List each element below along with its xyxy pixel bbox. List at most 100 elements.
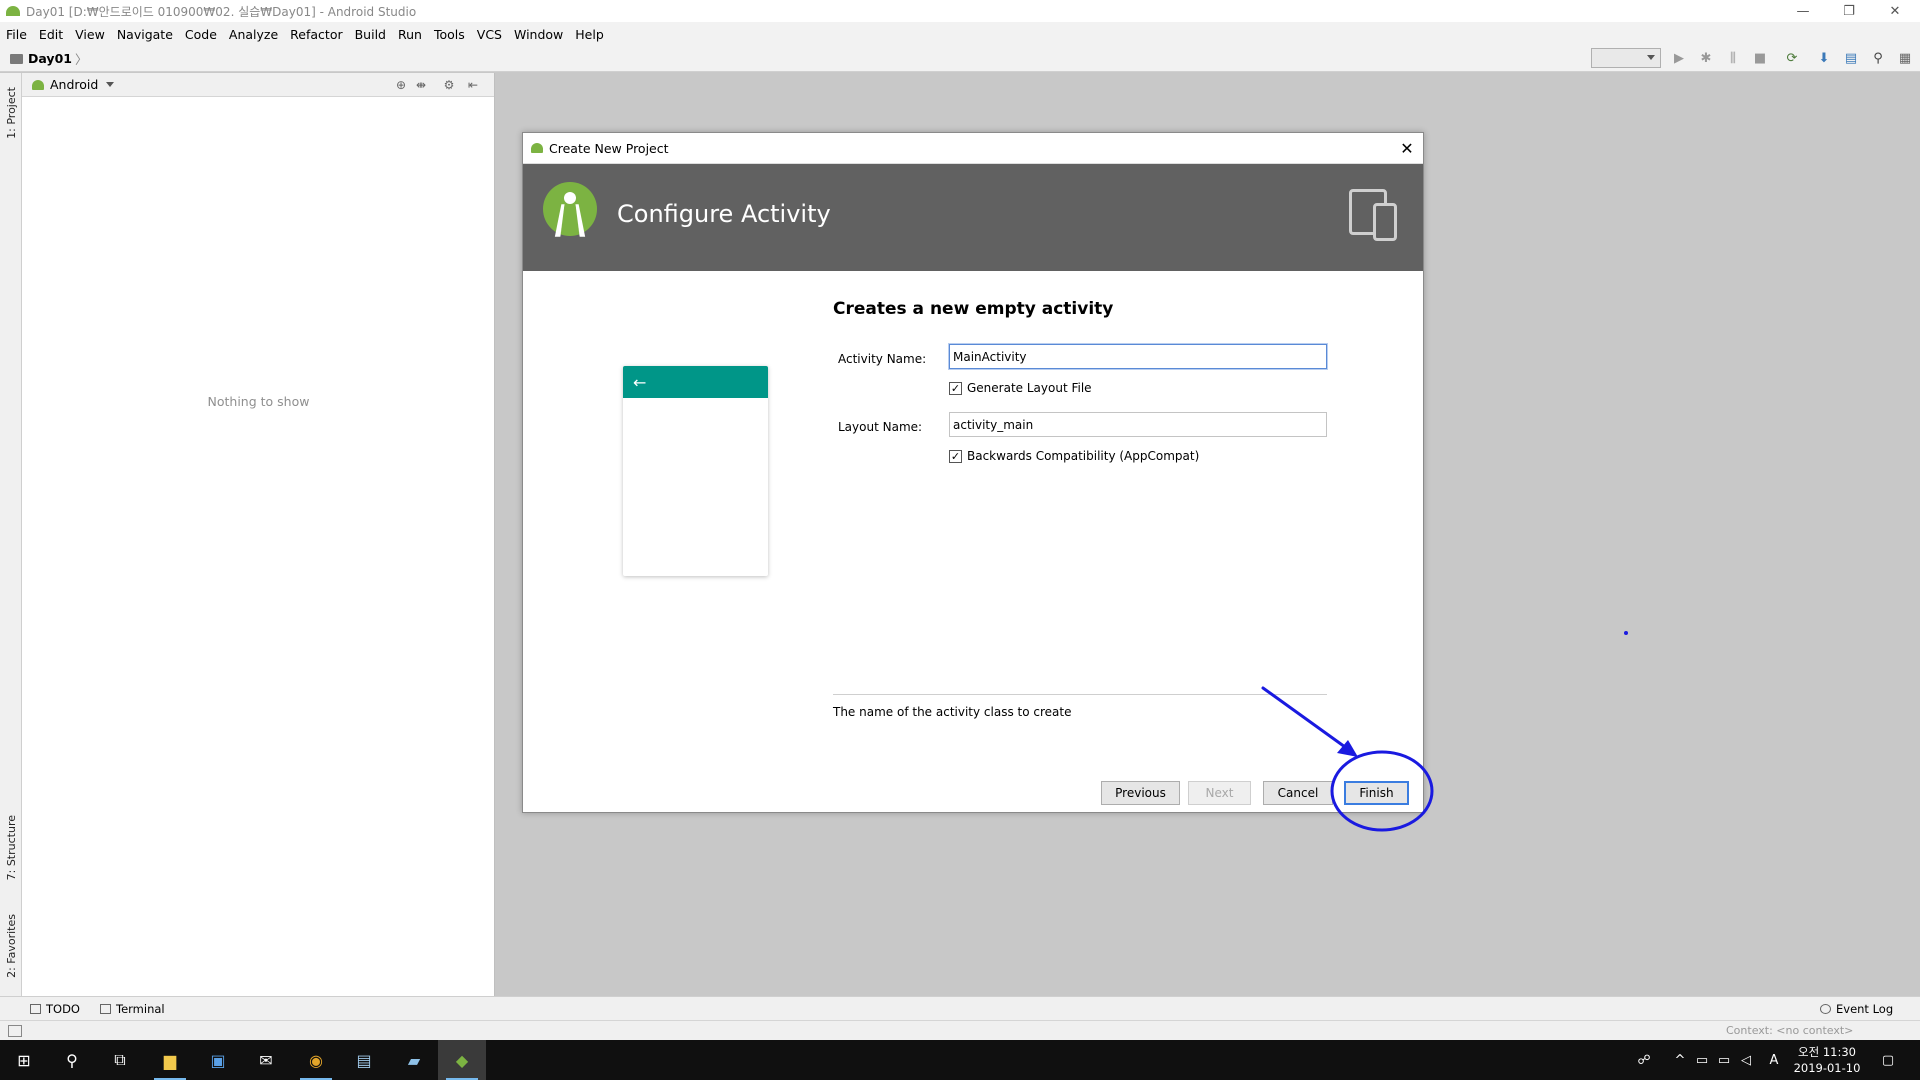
preview-app-bar: ← (623, 366, 768, 398)
checkbox-check-icon: ✓ (949, 449, 962, 463)
android-studio-icon (6, 6, 20, 16)
menu-run[interactable]: Run (398, 27, 422, 42)
chevron-up-icon[interactable]: ^ (1672, 1052, 1688, 1068)
file-explorer-icon[interactable]: ▆ (146, 1040, 194, 1080)
search-icon[interactable]: ⚲ (48, 1040, 96, 1080)
menu-code[interactable]: Code (185, 27, 217, 42)
annotation-dot (1624, 631, 1628, 635)
hide-panel-icon[interactable]: ⇤ (464, 76, 482, 94)
menu-refactor[interactable]: Refactor (290, 27, 342, 42)
people-icon[interactable]: ☍ (1636, 1052, 1652, 1068)
stop-icon[interactable]: ■ (1751, 49, 1769, 67)
minimize-button[interactable]: — (1780, 0, 1826, 22)
run-icon[interactable]: ▶ (1670, 49, 1688, 67)
menu-view[interactable]: View (75, 27, 105, 42)
todo-icon (30, 1003, 41, 1014)
menu-navigate[interactable]: Navigate (117, 27, 173, 42)
todo-tab[interactable]: TODO (30, 1002, 80, 1016)
layout-name-label: Layout Name: (838, 420, 923, 434)
activity-preview: ← (623, 366, 768, 576)
chrome-icon[interactable]: ◉ (292, 1040, 340, 1080)
menu-analyze[interactable]: Analyze (229, 27, 278, 42)
android-studio-taskbar-icon[interactable]: ◆ (438, 1040, 486, 1080)
menu-build[interactable]: Build (355, 27, 386, 42)
back-arrow-icon: ← (633, 372, 647, 392)
gear-icon[interactable]: ⚙ (440, 76, 458, 94)
menu-edit[interactable]: Edit (39, 27, 63, 42)
restore-button[interactable]: ❐ (1826, 0, 1872, 22)
dialog-title: Create New Project (549, 140, 669, 156)
window-close-button[interactable]: ✕ (1872, 0, 1918, 22)
tool-tab-favorites-label: 2: Favorites (4, 914, 18, 978)
taskbar-clock[interactable]: 오전 11:30 2019-01-10 (1790, 1044, 1864, 1076)
activity-name-input[interactable] (949, 344, 1327, 369)
collapse-all-icon[interactable]: ⇼ (412, 76, 430, 94)
store-icon[interactable]: ▣ (194, 1040, 242, 1080)
project-panel-header: Android ⊕ ⇼ ⚙ ⇤ (22, 73, 494, 97)
network-icon[interactable]: ▭ (1716, 1052, 1732, 1068)
project-panel: Android ⊕ ⇼ ⚙ ⇤ Nothing to show (22, 73, 495, 996)
profile-icon[interactable]: ⫼ (1724, 49, 1742, 67)
breadcrumb-project: Day01 (28, 51, 72, 66)
field-hint: The name of the activity class to create (833, 705, 1072, 719)
project-view-selector[interactable]: Android (50, 77, 98, 92)
search-icon[interactable]: ⚲ (1869, 49, 1887, 67)
create-new-project-dialog: Create New Project ✕ Configure Activity … (522, 132, 1424, 813)
menu-window[interactable]: Window (514, 27, 563, 42)
generate-layout-checkbox[interactable]: ✓ Generate Layout File (949, 381, 1092, 395)
tool-tab-project[interactable]: 1: Project (0, 77, 22, 149)
divider (833, 694, 1327, 695)
debug-icon[interactable]: ✱ (1697, 49, 1715, 67)
close-icon[interactable]: ✕ (1397, 138, 1417, 158)
banner-title: Configure Activity (617, 200, 831, 228)
chevron-down-icon (1647, 55, 1655, 60)
previous-button[interactable]: Previous (1101, 781, 1180, 805)
breadcrumb[interactable]: Day01 〉 (10, 49, 88, 68)
android-studio-logo-icon (543, 182, 597, 237)
display-icon[interactable]: ▭ (1694, 1052, 1710, 1068)
photos-icon[interactable]: ▤ (340, 1040, 388, 1080)
task-view-icon[interactable]: ⧉ (96, 1040, 144, 1080)
device-manager-icon[interactable]: ▦ (1896, 49, 1914, 67)
project-structure-icon[interactable]: ▤ (1842, 49, 1860, 67)
chevron-down-icon[interactable] (106, 82, 115, 87)
tool-window-toggle-icon[interactable] (8, 1025, 22, 1037)
notes-icon[interactable]: ▰ (390, 1040, 438, 1080)
cancel-button[interactable]: Cancel (1263, 781, 1333, 805)
menu-tools[interactable]: Tools (434, 27, 465, 42)
menu-file[interactable]: File (6, 27, 27, 42)
mail-icon[interactable]: ✉ (242, 1040, 290, 1080)
start-icon[interactable]: ⊞ (0, 1040, 48, 1080)
checkbox-check-icon: ✓ (949, 381, 962, 395)
status-bar: Context: <no context> (0, 1020, 1920, 1040)
event-log-label: Event Log (1836, 1001, 1894, 1016)
finish-button[interactable]: Finish (1344, 781, 1409, 805)
menu-vcs[interactable]: VCS (477, 27, 502, 42)
run-configuration-dropdown[interactable] (1591, 48, 1661, 68)
dialog-body: ← Creates a new empty activity Activity … (523, 271, 1423, 812)
activity-name-label: Activity Name: (838, 352, 927, 366)
form-title: Creates a new empty activity (833, 299, 1114, 319)
menu-help[interactable]: Help (575, 27, 604, 42)
notification-icon[interactable]: ▢ (1880, 1052, 1896, 1068)
event-log-tab[interactable]: Event Log (1820, 1002, 1893, 1016)
locate-icon[interactable]: ⊕ (392, 76, 410, 94)
backwards-compat-checkbox[interactable]: ✓ Backwards Compatibility (AppCompat) (949, 449, 1199, 463)
speaker-icon[interactable]: ◁ (1738, 1052, 1754, 1068)
clock-time: 오전 11:30 (1798, 1045, 1856, 1059)
bottom-tool-bar: TODO Terminal Event Log (0, 996, 1920, 1020)
sync-icon[interactable]: ⟳ (1783, 49, 1801, 67)
sdk-manager-icon[interactable]: ⬇ (1815, 49, 1833, 67)
dialog-banner: Configure Activity (523, 164, 1423, 271)
terminal-icon (100, 1003, 111, 1014)
tool-tab-structure[interactable]: 7: Structure (0, 808, 22, 888)
next-button[interactable]: Next (1188, 781, 1251, 805)
tool-tab-structure-label: 7: Structure (4, 815, 18, 881)
event-log-icon (1820, 1003, 1831, 1014)
ime-indicator[interactable]: A (1766, 1052, 1782, 1068)
tool-tab-favorites[interactable]: 2: Favorites (0, 901, 22, 991)
todo-label: TODO (46, 1001, 80, 1016)
layout-name-input[interactable] (949, 412, 1327, 437)
terminal-tab[interactable]: Terminal (100, 1002, 165, 1016)
devices-icon (1349, 189, 1399, 241)
